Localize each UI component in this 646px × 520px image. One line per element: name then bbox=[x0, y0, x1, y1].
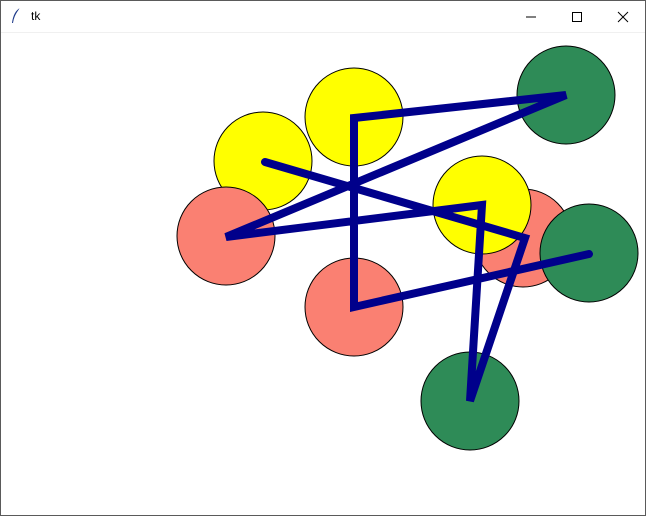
window-title: tk bbox=[31, 9, 41, 23]
close-icon bbox=[617, 11, 629, 22]
app-window: tk bbox=[0, 0, 646, 516]
feather-icon bbox=[9, 7, 25, 25]
close-button[interactable] bbox=[600, 1, 646, 32]
canvas-drawing bbox=[176, 45, 639, 451]
minimize-icon bbox=[526, 16, 536, 17]
minimize-button[interactable] bbox=[508, 1, 554, 32]
title-bar[interactable]: tk bbox=[1, 1, 645, 33]
drawing-canvas[interactable] bbox=[1, 33, 645, 515]
maximize-icon bbox=[572, 11, 582, 22]
maximize-button[interactable] bbox=[554, 1, 600, 32]
